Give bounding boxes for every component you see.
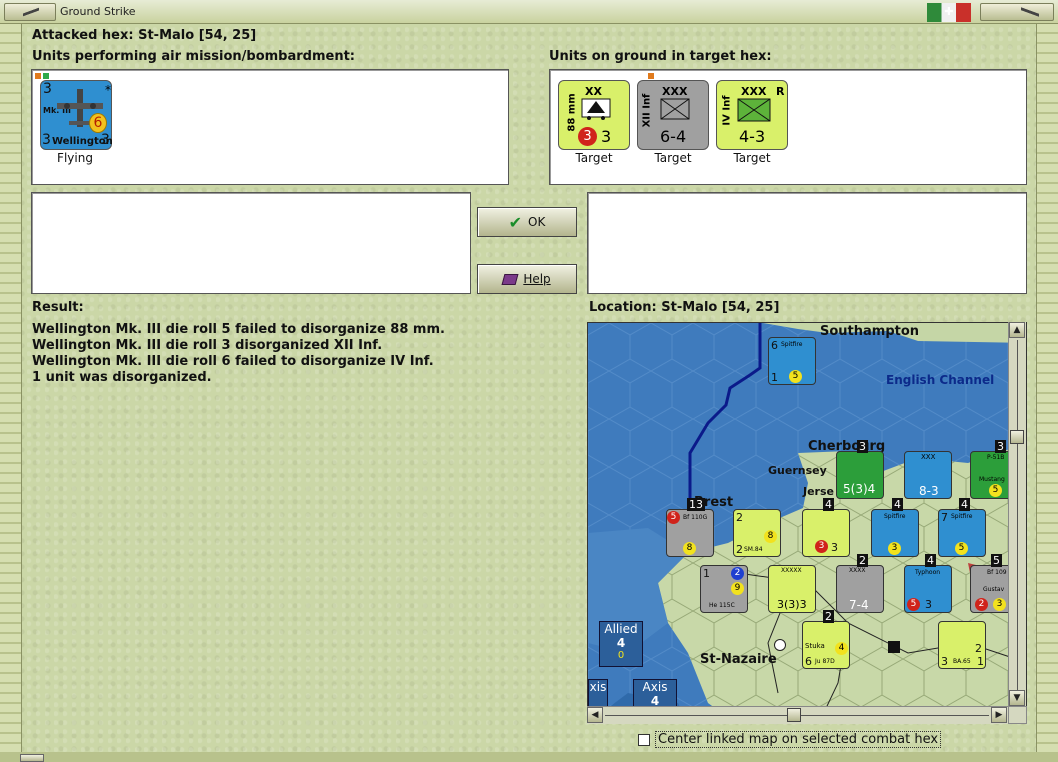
map-place-southampton: Southampton (820, 324, 920, 339)
map-counter-88mm[interactable]: 4 3 3 (802, 498, 850, 557)
ok-button[interactable]: ✔ OK (477, 207, 577, 237)
iv-inf-status: Target (733, 151, 771, 165)
air-units-panel: 3 Mk. III * 6 3 Wellington 3 Flying (31, 69, 509, 185)
unit-marker-icon (35, 73, 41, 79)
axis-tally: Axis 4 (633, 679, 677, 709)
unit-marker-icon (43, 73, 49, 79)
location-label: Location: St-Malo [54, 25] (589, 300, 780, 315)
infantry-icon (660, 98, 690, 120)
horizontal-scroll-thumb[interactable] (787, 708, 801, 722)
map-place-jersey: Jerse (803, 485, 834, 498)
fortress-icon (888, 641, 900, 653)
map-counter-spitfire-3[interactable]: 4 7 Spitfire 5 (938, 498, 986, 557)
frame-right (1036, 24, 1058, 762)
unit-marker-icon (648, 73, 654, 79)
center-map-checkbox[interactable] (638, 734, 650, 746)
map-counter-hq[interactable]: 3 5(3)4 (836, 440, 884, 499)
result-line: 1 unit was disorganized. (32, 370, 212, 385)
88mm-counter[interactable]: XX 88 mm 3 3 (558, 80, 630, 150)
wellington-counter[interactable]: 3 Mk. III * 6 3 Wellington 3 (40, 80, 113, 150)
axis-tally-partial: xis (588, 679, 608, 709)
map-counter-sm84[interactable]: 2 2 SM.84 8 (733, 509, 781, 557)
map-counter-spitfire-2[interactable]: 4 Spitfire 3 (871, 498, 919, 557)
linked-map[interactable]: Southampton English Channel Cherbourg Gu… (587, 322, 1027, 724)
scroll-up-icon[interactable]: ▲ (1009, 322, 1025, 338)
flag-cross-icon: ✚ (944, 5, 954, 18)
ground-units-label: Units on ground in target hex: (549, 49, 772, 64)
map-counter-army-2[interactable]: 2 XXXX 7-4 (836, 554, 884, 613)
xii-inf-counter[interactable]: XXX XII Inf 6-4 (637, 80, 709, 150)
result-line: Wellington Mk. III die roll 5 failed to … (32, 322, 445, 337)
help-book-icon (501, 273, 519, 285)
map-place-english-channel: English Channel (886, 373, 995, 387)
88mm-status: Target (575, 151, 613, 165)
artillery-icon (581, 98, 611, 120)
infantry-icon (737, 98, 771, 122)
frame-left (0, 24, 22, 762)
map-place-guernsey: Guernsey (768, 464, 827, 477)
scroll-down-icon[interactable]: ▼ (1009, 690, 1025, 706)
air-units-label: Units performing air mission/bombardment… (32, 49, 356, 64)
map-counter-typhoon[interactable]: 4 Typhoon 5 3 (904, 554, 952, 613)
air-details-panel (31, 192, 471, 294)
map-counter-spitfire[interactable]: 6 Spitfire 1 5 (768, 337, 816, 385)
scrollbar-corner (1008, 706, 1027, 724)
result-line: Wellington Mk. III die roll 6 failed to … (32, 354, 434, 369)
88mm-disorganized-badge: 3 (578, 127, 597, 146)
ground-details-panel (587, 192, 1027, 294)
resize-grip[interactable] (20, 754, 44, 762)
map-counter-stuka[interactable]: 2 Stuka 6 Ju 87D 4 (802, 610, 850, 669)
map-counter-he115c[interactable]: 1 2 9 He 115C (700, 565, 748, 613)
map-counter-corps[interactable]: XXX 8-3 (904, 451, 952, 499)
wellington-badge: 6 (89, 113, 107, 133)
ground-units-panel: XX 88 mm 3 3 Target XXX XII Inf 6-4 Targ… (549, 69, 1027, 185)
map-counter-bf110g[interactable]: 13 5 Bf 110G 8 (666, 498, 714, 557)
title-bar: Ground Strike ✚ (0, 0, 1058, 24)
map-counter-army[interactable]: XXXXX 3(3)3 (768, 565, 816, 613)
scroll-left-icon[interactable]: ◀ (587, 707, 603, 723)
attacked-hex-label: Attacked hex: St-Malo [54, 25] (32, 28, 257, 43)
map-place-st-nazaire: St-Nazaire (700, 652, 777, 667)
vertical-scroll-thumb[interactable] (1010, 430, 1024, 444)
result-line: Wellington Mk. III die roll 3 disorganiz… (32, 338, 383, 353)
system-menu-button[interactable] (4, 3, 56, 21)
map-vertical-scrollbar[interactable]: ▲ ▼ (1008, 322, 1026, 708)
map-counter-ba65[interactable]: 3 BA.65 1 2 (938, 621, 986, 669)
map-horizontal-scrollbar[interactable]: ◀ ▶ (587, 706, 1008, 724)
clock-icon (774, 639, 786, 651)
checkmark-icon: ✔ (508, 212, 523, 232)
center-map-label[interactable]: Center linked map on selected combat hex (655, 731, 942, 748)
frame-bottom (0, 752, 1058, 762)
wellington-status: Flying (57, 151, 93, 165)
scroll-right-icon[interactable]: ▶ (991, 707, 1007, 723)
xii-inf-status: Target (654, 151, 692, 165)
help-button[interactable]: Help (477, 264, 577, 294)
close-button[interactable] (980, 3, 1054, 21)
allied-tally: Allied 4 0 (599, 621, 643, 667)
window-title: Ground Strike (60, 5, 136, 18)
iv-inf-counter[interactable]: XXX R IV Inf 4-3 (716, 80, 788, 150)
result-label: Result: (32, 300, 84, 315)
